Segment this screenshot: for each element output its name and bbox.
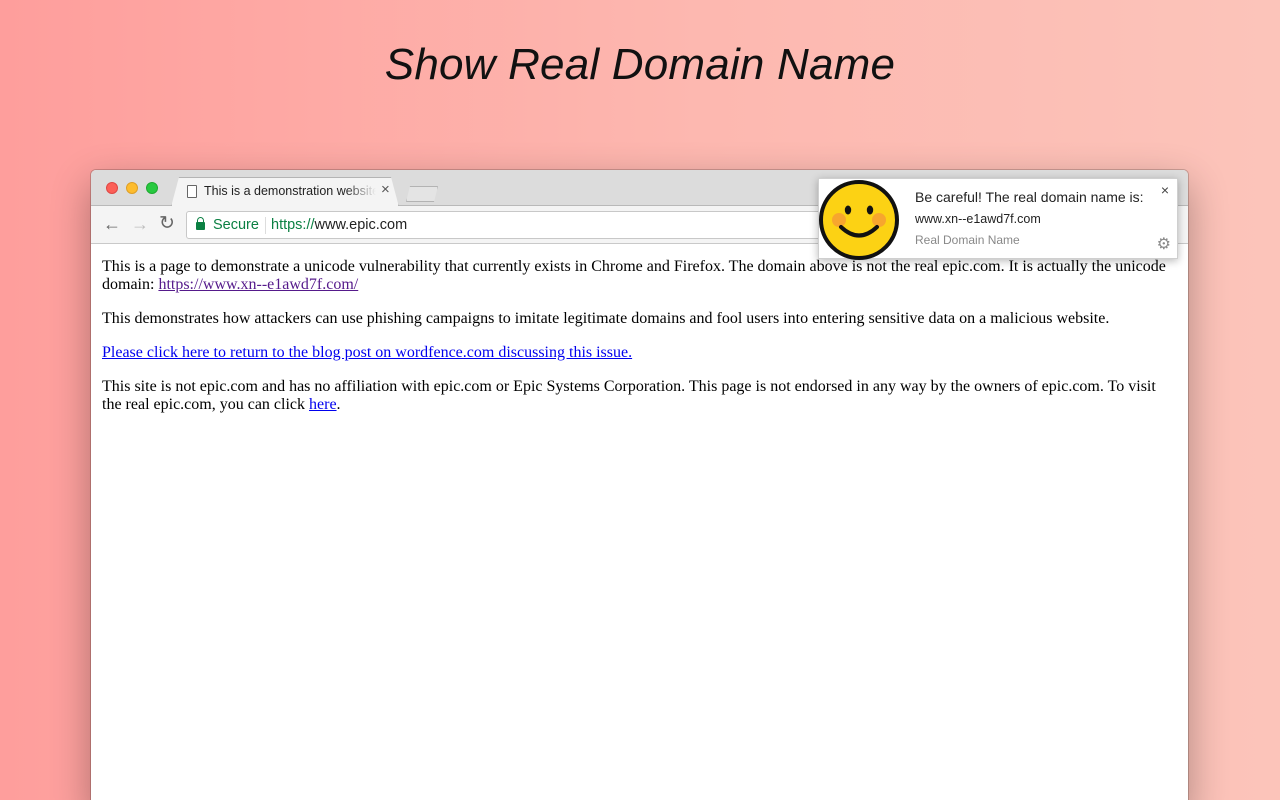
blog-post-link[interactable]: Please click here to return to the blog … [102,344,632,361]
gear-icon[interactable]: ⚙ [1157,237,1171,253]
disclaimer-end: . [336,396,341,413]
minimize-window-button[interactable] [126,182,138,194]
browser-window: This is a demonstration website × ← → ↻ … [91,170,1188,800]
zoom-window-button[interactable] [146,182,158,194]
reload-icon[interactable]: ↻ [159,211,175,237]
back-arrow-icon[interactable]: ← [103,211,121,237]
phishing-paragraph: This demonstrates how attackers can use … [102,310,1110,327]
new-tab-button[interactable] [406,186,438,202]
notification-close-icon[interactable]: × [1161,182,1169,198]
page-content: This is a page to demonstrate a unicode … [102,258,1177,430]
real-epic-link[interactable]: here [309,396,337,413]
intro-paragraph: This is a page to demonstrate a unicode … [102,258,1177,294]
url-scheme: https:// [271,217,315,233]
tab-title[interactable]: This is a demonstration website [204,184,376,200]
blog-paragraph: Please click here to return to the blog … [102,344,1177,362]
headline: Show Real Domain Name [384,40,896,89]
real-domain-text: www.xn--e1awd7f.com [915,212,1041,226]
omnibox-divider [265,217,266,234]
address-bar[interactable]: Secure https://www.epic.com [186,211,846,239]
unicode-domain-link[interactable]: https://www.xn--e1awd7f.com/ [158,276,358,293]
security-label[interactable]: Secure [213,217,259,233]
url-text[interactable]: https://www.epic.com [271,217,407,233]
close-window-button[interactable] [106,182,118,194]
url-host: www.epic.com [314,217,408,233]
forward-arrow-icon[interactable]: → [131,211,149,237]
lock-icon[interactable] [196,217,205,230]
disclaimer-paragraph: This site is not epic.com and has no aff… [102,378,1177,414]
extension-name: Real Domain Name [915,233,1020,247]
tab-close-icon[interactable]: × [381,182,390,198]
smiley-face-icon [819,180,899,260]
domain-warning-notification[interactable]: Be careful! The real domain name is: www… [818,178,1178,260]
document-icon [187,185,197,198]
disclaimer-text: This site is not epic.com and has no aff… [102,378,1156,413]
notification-title: Be careful! The real domain name is: [915,189,1144,205]
